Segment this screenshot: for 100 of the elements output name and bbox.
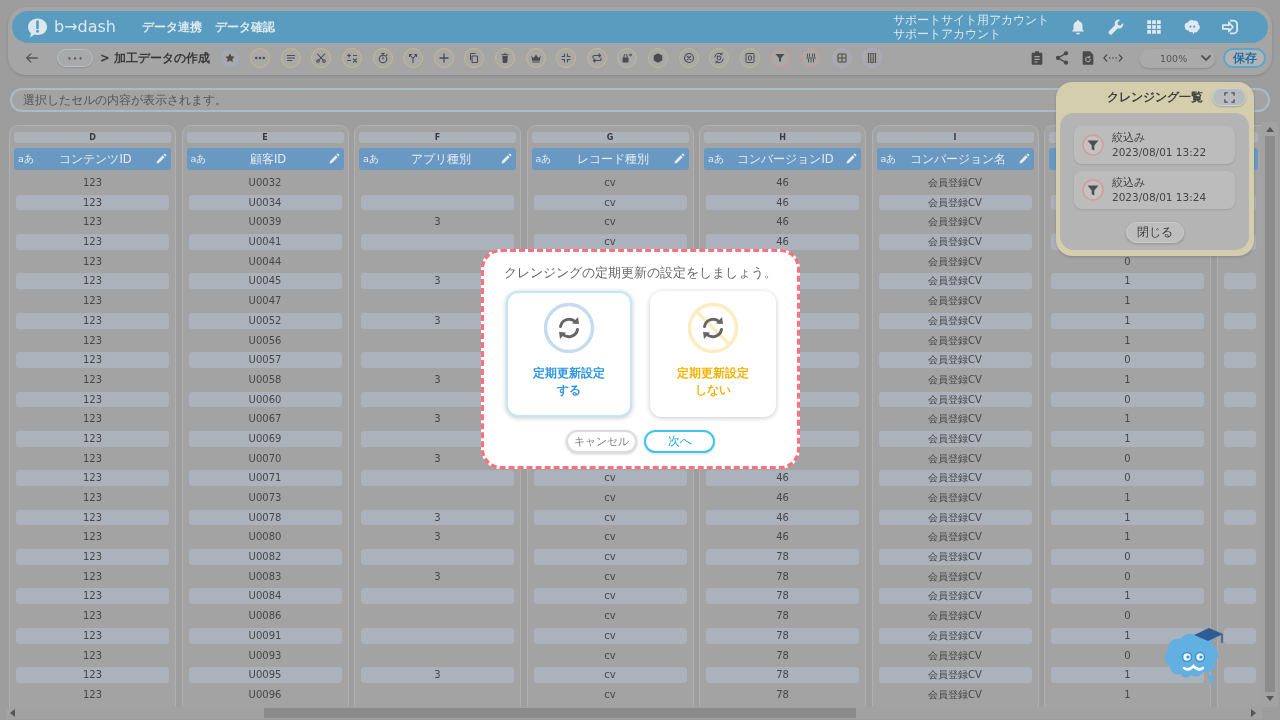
copy-icon <box>468 52 481 64</box>
pencil-icon[interactable] <box>327 153 340 165</box>
pencil-icon[interactable] <box>845 153 857 165</box>
scroll-down-icon[interactable] <box>1266 696 1274 701</box>
tool-button[interactable] <box>525 48 546 68</box>
filter-icon <box>1082 134 1104 156</box>
branch-icon <box>407 52 420 64</box>
table-cell-text: 3 <box>433 530 442 545</box>
table-cell: 123 <box>16 391 169 408</box>
table-cell: 123 <box>16 430 169 447</box>
cleansing-item[interactable]: 絞込み 2023/08/01 13:22 <box>1074 126 1235 164</box>
pencil-icon[interactable] <box>500 153 512 165</box>
table-cell-text: cv <box>603 687 617 702</box>
table-cell-text: 123 <box>81 687 104 702</box>
scrollbar-thumb[interactable] <box>264 708 856 718</box>
table-cell-text: 1 <box>1123 412 1132 427</box>
tool-button[interactable] <box>586 48 607 68</box>
table-cell <box>1223 588 1256 605</box>
tool-button[interactable] <box>342 48 362 68</box>
mascot-icon[interactable] <box>1183 18 1201 36</box>
nav-link[interactable]: データ連携 <box>142 19 202 35</box>
cleansing-item[interactable]: 絞込み 2023/08/01 13:24 <box>1074 171 1235 209</box>
scroll-right-icon[interactable] <box>1251 709 1256 717</box>
tool-button[interactable] <box>831 48 852 68</box>
table-cell: U0091 <box>188 627 342 644</box>
tool-button[interactable] <box>311 48 332 68</box>
tool-button[interactable] <box>433 48 454 68</box>
column-letter: I <box>876 132 1034 143</box>
zoom-select[interactable]: 100% <box>1139 48 1215 68</box>
chevron-down-icon <box>1201 55 1211 61</box>
table-cell-text: U0086 <box>247 609 283 624</box>
pencil-icon[interactable] <box>1017 153 1030 165</box>
clipboard-icon[interactable] <box>1029 50 1045 66</box>
math-icon <box>346 52 358 64</box>
table-cell-text: 123 <box>81 215 104 230</box>
pencil-icon[interactable] <box>672 153 685 165</box>
table-cell-text: 123 <box>81 491 104 505</box>
tool-button[interactable] <box>464 48 485 68</box>
bell-icon[interactable] <box>1069 18 1087 36</box>
table-cell: cv <box>533 470 687 486</box>
table-cell: 1 <box>1051 430 1204 447</box>
table-cell: 123 <box>16 470 169 486</box>
tool-button[interactable] <box>495 48 515 68</box>
sign-in-icon[interactable] <box>1221 18 1239 36</box>
tool-button[interactable] <box>709 48 730 68</box>
table-cell-text: 46 <box>775 176 790 190</box>
star-icon <box>223 52 236 64</box>
option-card[interactable]: 定期更新設定する <box>505 291 632 417</box>
table-cell-text: U0067 <box>247 412 283 427</box>
sync-icon <box>542 302 595 354</box>
more-button[interactable] <box>57 49 93 67</box>
file-refresh-icon[interactable] <box>1080 50 1096 66</box>
tool-button[interactable] <box>647 48 668 68</box>
back-arrow-icon[interactable] <box>25 51 39 65</box>
tool-button[interactable] <box>372 48 393 68</box>
tool-button[interactable] <box>770 48 791 68</box>
save-button[interactable]: 保存 <box>1223 48 1266 68</box>
table-cell: 0 <box>1051 470 1204 486</box>
table-cell-text: cv <box>603 176 617 190</box>
table-cell: 会員登録CV <box>878 667 1032 683</box>
horizontal-scrollbar[interactable] <box>6 707 1262 719</box>
scroll-left-icon[interactable] <box>10 709 15 717</box>
tool-button[interactable] <box>556 48 577 68</box>
share-icon[interactable] <box>1054 50 1070 66</box>
table-cell-text: 123 <box>81 294 104 309</box>
tool-button[interactable] <box>219 48 240 68</box>
type-label: aあ <box>190 152 208 166</box>
table-cell: 0 <box>1051 352 1204 368</box>
table-cell-text: 78 <box>775 609 790 624</box>
apps-grid-icon[interactable] <box>1145 18 1163 36</box>
pencil-icon[interactable] <box>155 153 167 165</box>
table-cell: 78 <box>706 667 859 683</box>
nav-link[interactable]: データ確認 <box>215 19 275 35</box>
table-cell: 会員登録CV <box>878 470 1032 486</box>
next-button[interactable]: 次へ <box>644 430 715 453</box>
column-letter: H <box>704 132 861 143</box>
tool-button[interactable] <box>678 48 699 68</box>
option-card[interactable]: 定期更新設定しない <box>649 291 776 417</box>
tool-button[interactable] <box>739 48 760 68</box>
tool-button[interactable] <box>250 48 271 68</box>
table-cell: 46 <box>706 470 859 486</box>
tool-button[interactable] <box>280 48 301 68</box>
table-cell-text: U0093 <box>247 648 283 663</box>
table-cell <box>1223 667 1256 683</box>
vertical-scrollbar[interactable] <box>1262 122 1278 707</box>
tool-button[interactable] <box>862 48 883 68</box>
close-button[interactable]: 閉じる <box>1125 222 1184 243</box>
table-cell <box>1223 549 1256 565</box>
table-cell: 1 <box>1051 588 1204 605</box>
table-cell <box>1223 470 1256 486</box>
tool-button[interactable] <box>800 48 821 68</box>
expand-button[interactable] <box>1212 88 1246 106</box>
code-icon[interactable] <box>1103 52 1123 64</box>
cancel-button[interactable]: キャンセル <box>566 430 637 453</box>
scroll-up-icon[interactable] <box>1266 127 1274 132</box>
wrench-icon[interactable] <box>1107 18 1125 36</box>
table-cell-text: 123 <box>81 530 104 545</box>
tool-button[interactable] <box>403 48 424 68</box>
tool-button[interactable] <box>617 48 638 68</box>
table-cell-text: 会員登録CV <box>927 254 983 269</box>
